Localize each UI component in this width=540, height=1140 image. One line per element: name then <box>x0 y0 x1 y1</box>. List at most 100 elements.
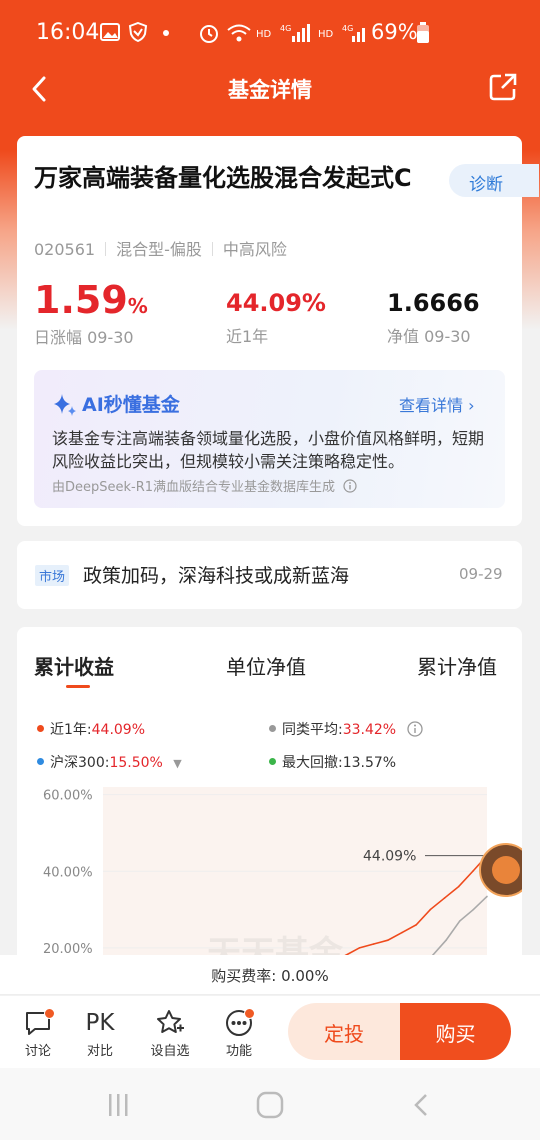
series-point-year <box>358 947 361 949</box>
fee-text: 购买费率: 0.00% <box>211 967 329 985</box>
svg-text:HD: HD <box>256 29 272 40</box>
series-point-year <box>443 897 446 899</box>
fund-summary-card: 万家高端装备量化选股混合发起式C 诊断 020561 混合型-偏股 中高风险 1.5… <box>17 136 539 526</box>
year-return-value: 44.09% <box>226 289 326 317</box>
news-date: 09-29 <box>459 565 503 583</box>
fixed-investment-button[interactable]: 定投 <box>288 1003 400 1060</box>
legend-drawdown-value: 13.57% <box>342 755 397 771</box>
notification-dot <box>44 1008 55 1019</box>
tab-unit-nav[interactable]: 单位净值 <box>226 651 306 680</box>
y-tick-label: 60.00% <box>43 789 93 804</box>
legend-year-label: 近1年: <box>50 722 92 738</box>
signal-icon: HD 4G <box>256 24 310 42</box>
series-point-peer <box>486 895 488 898</box>
legend-csi300-value: 15.50% <box>109 755 163 771</box>
top-navigation: 基金详情 <box>0 66 540 112</box>
chevron-right-icon: › <box>468 396 475 415</box>
recent-apps-icon[interactable] <box>105 1092 133 1118</box>
svg-text:4G: 4G <box>280 24 291 33</box>
year-return-stat: 44.09% 近1年 <box>226 289 326 347</box>
fund-risk: 中高风险 <box>222 240 287 259</box>
legend-max-drawdown: 最大回撤:13.57% <box>269 752 396 772</box>
legend-dot-drawdown <box>269 758 276 765</box>
fund-code: 020561 <box>34 240 96 259</box>
nav-stat: 1.6666 净值 09-30 <box>387 289 480 347</box>
y-tick-label: 40.00% <box>43 865 93 880</box>
status-time: 16:04 <box>36 20 100 45</box>
series-point-year <box>401 931 403 934</box>
nav-value: 1.6666 <box>387 289 480 317</box>
ai-footer: 由DeepSeek-R1满血版结合专业基金数据库生成 <box>52 476 357 495</box>
discuss-button[interactable]: 讨论 <box>13 1006 63 1059</box>
buy-button[interactable]: 购买 <box>400 1003 511 1060</box>
functions-button[interactable]: 功能 <box>214 1006 264 1059</box>
series-point-year <box>415 924 417 926</box>
compare-label: 对比 <box>86 1044 113 1059</box>
legend-peer-average: 同类平均:33.42% <box>269 719 423 739</box>
legend-drawdown-label: 最大回撤: <box>282 755 343 771</box>
series-point-year <box>457 885 460 888</box>
legend-csi300[interactable]: 沪深300:15.50% ▼ <box>37 752 182 772</box>
compare-button[interactable]: PK 对比 <box>75 1006 125 1059</box>
tab-cumulative-return[interactable]: 累计收益 <box>34 651 114 680</box>
wifi-icon <box>227 24 251 42</box>
daily-change-label: 日涨幅 09-30 <box>34 328 134 347</box>
info-icon[interactable] <box>406 721 423 737</box>
alarm-icon <box>200 25 218 43</box>
daily-change-unit: % <box>127 294 148 318</box>
chart-card: 累计收益 单位净值 累计净值 近1年:44.09% 同类平均:33.42% 沪深… <box>17 627 522 967</box>
diagnose-button[interactable]: 诊断 <box>449 164 539 197</box>
daily-change-value: 1.59 <box>34 278 128 322</box>
news-card[interactable]: 市场 政策加码，深海科技或成新蓝海 09-29 <box>17 541 522 609</box>
news-headline: 政策加码，深海科技或成新蓝海 <box>83 565 350 587</box>
functions-label: 功能 <box>225 1044 252 1059</box>
tab-cumulative-nav[interactable]: 累计净值 <box>417 651 497 680</box>
fund-meta: 020561 混合型-偏股 中高风险 <box>34 236 287 260</box>
legend-year-value: 44.09% <box>91 722 146 738</box>
legend-year: 近1年:44.09% <box>37 719 145 739</box>
back-nav-icon[interactable] <box>410 1092 432 1118</box>
signal-icon-2: HD 4G <box>318 24 365 42</box>
ai-summary-text: 该基金专注高端装备领域量化选股，小盘价值风格鲜明，短期风险收益比突出，但规模较小… <box>52 429 485 471</box>
legend-dot-csi300 <box>37 758 44 765</box>
pk-icon: PK <box>85 1010 115 1036</box>
ai-more-link[interactable]: 查看详情 › <box>399 392 475 416</box>
notification-dot <box>244 1008 255 1019</box>
legend-csi300-label: 沪深300: <box>50 755 110 771</box>
discuss-label: 讨论 <box>24 1044 51 1059</box>
share-icon[interactable] <box>488 72 518 102</box>
bottom-action-bar: 讨论 PK 对比 设自选 功能 定投 购买 <box>0 996 540 1068</box>
system-navigation-bar <box>0 1068 540 1140</box>
series-point-peer <box>458 920 461 922</box>
year-return-label: 近1年 <box>226 327 269 346</box>
status-bar: 16:04 HD 4G HD 4G 69% <box>0 0 540 66</box>
legend-peer-value: 33.42% <box>342 722 397 738</box>
series-point-peer <box>472 908 475 911</box>
ai-summary-box[interactable]: AI秒懂基金 查看详情 › 该基金专注高端装备领域量化选股，小盘价值风格鲜明，短… <box>34 370 505 508</box>
svg-text:HD: HD <box>318 29 334 40</box>
legend-peer-label: 同类平均: <box>282 722 343 738</box>
ai-footer-text: 由DeepSeek-R1满血版结合专业基金数据库生成 <box>52 480 336 495</box>
home-icon[interactable] <box>256 1091 284 1119</box>
dropdown-triangle-icon[interactable]: ▼ <box>173 757 181 770</box>
series-point-year <box>472 870 474 873</box>
mascot-face-icon <box>492 856 520 884</box>
legend-dot-peer <box>269 725 276 732</box>
page-title: 基金详情 <box>228 78 312 102</box>
battery-icon <box>417 22 429 43</box>
svg-text:4G: 4G <box>342 24 353 33</box>
gallery-icon <box>100 23 120 41</box>
battery-level: 69% <box>371 20 418 44</box>
return-chart[interactable]: 60.00%40.00%20.00% 天天基金44.09% <box>17 787 522 967</box>
dot-icon <box>163 30 169 36</box>
fund-type: 混合型-偏股 <box>116 240 202 259</box>
add-watchlist-label: 设自选 <box>150 1044 190 1059</box>
sparkle-icon <box>54 394 76 416</box>
nav-label: 净值 09-30 <box>387 327 471 346</box>
series-point-year <box>429 908 432 911</box>
info-icon[interactable] <box>343 479 357 493</box>
add-watchlist-button[interactable]: 设自选 <box>145 1006 195 1059</box>
ai-title: AI秒懂基金 <box>82 394 180 416</box>
daily-change-stat: 1.59% 日涨幅 09-30 <box>34 278 148 348</box>
ai-more-label: 查看详情 <box>399 396 464 415</box>
